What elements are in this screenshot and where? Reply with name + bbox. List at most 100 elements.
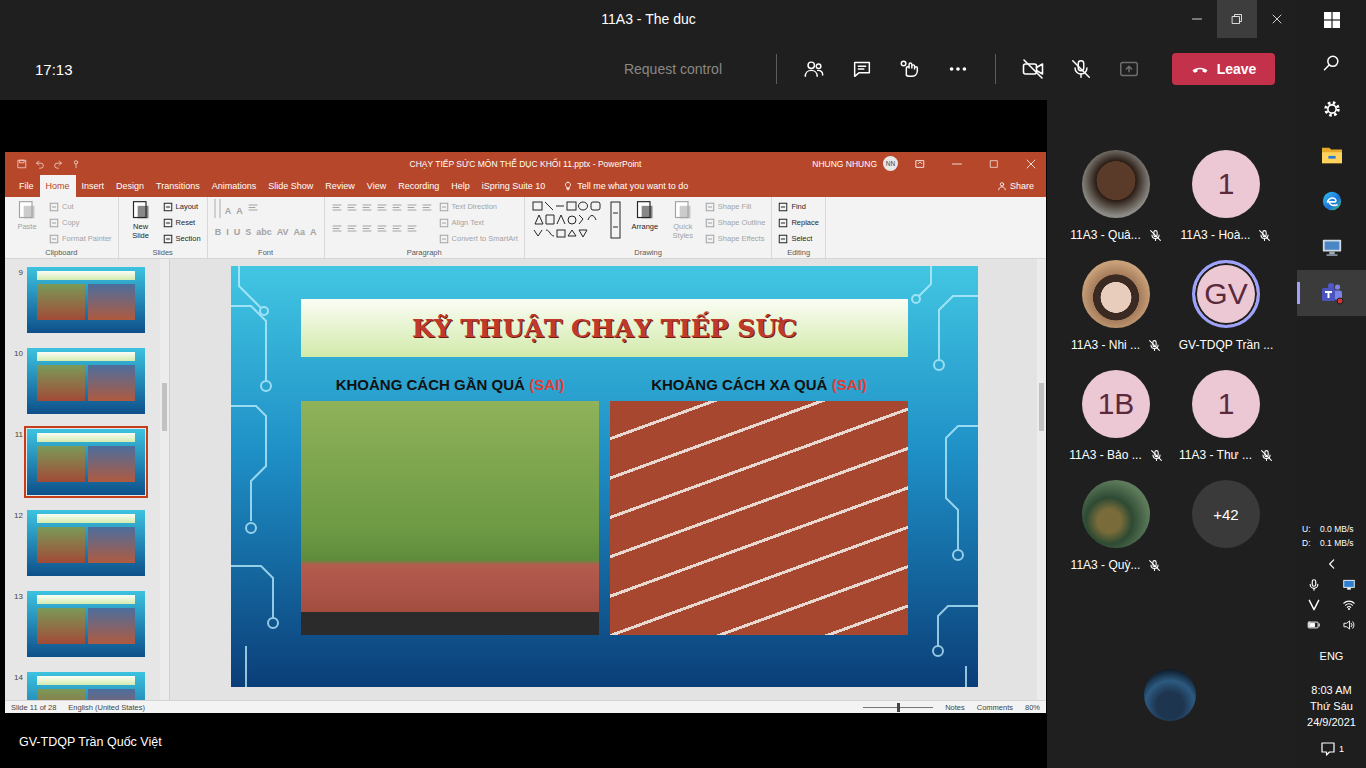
participant-tile[interactable]: 111A3 - Thư ... [1171, 368, 1281, 478]
ribbon-button[interactable]: Paste [11, 200, 43, 231]
touch-mode-icon[interactable] [71, 159, 81, 169]
format-button[interactable]: A [309, 227, 318, 237]
reactions-button[interactable] [886, 49, 934, 89]
mic-icon[interactable] [1307, 578, 1321, 592]
font-size-field[interactable] [219, 199, 221, 218]
share-button[interactable] [1105, 49, 1153, 89]
volume-icon[interactable] [1342, 618, 1356, 632]
taskbar-app[interactable] [1297, 0, 1366, 40]
slide-thumbnail-image[interactable] [27, 267, 145, 333]
request-control-button[interactable]: Request control [624, 61, 722, 77]
close-button[interactable] [1015, 152, 1046, 175]
paragraph-format-icon[interactable] [346, 223, 358, 235]
ribbon-tab[interactable]: Design [110, 175, 150, 197]
slide-thumbnail[interactable]: 9 [5, 267, 160, 333]
ribbon-options-button[interactable] [904, 152, 935, 175]
ribbon-button[interactable]: Select [778, 232, 812, 245]
wifi-icon[interactable] [1342, 598, 1356, 612]
chat-button[interactable] [838, 49, 886, 89]
camera-button[interactable] [1009, 49, 1057, 89]
participant-tile[interactable]: 11A3 - Quâ... [1061, 148, 1171, 258]
notes-button[interactable]: Notes [945, 703, 965, 712]
ribbon-button[interactable]: Quick Styles [667, 200, 699, 240]
ribbon-tab[interactable]: Transitions [150, 175, 206, 197]
paragraph-format-icon[interactable] [376, 223, 388, 235]
participant-tile[interactable]: GVGV-TDQP Trần ... [1171, 258, 1281, 368]
language[interactable]: English (United States) [68, 703, 145, 712]
paragraph-format-icon[interactable] [391, 202, 403, 214]
slide-thumbnail[interactable]: 13 [5, 591, 160, 657]
taskbar-app[interactable] [1297, 270, 1366, 316]
ribbon-button[interactable]: New Slide [125, 200, 157, 240]
clock[interactable]: 8:03 AMThứ Sáu24/9/2021 [1297, 684, 1366, 728]
format-button[interactable]: AV [276, 227, 290, 237]
ribbon-tab[interactable]: Recording [392, 175, 445, 197]
paragraph-format-icon[interactable] [331, 223, 343, 235]
slide-thumbnail-image[interactable] [27, 510, 145, 576]
paragraph-format-icon[interactable] [361, 202, 373, 214]
participant-tile[interactable]: 1B11A3 - Bảo ... [1061, 368, 1171, 478]
slide-thumbnail[interactable]: 12 [5, 510, 160, 576]
paragraph-format-icon[interactable] [331, 202, 343, 214]
format-button[interactable]: Aa [293, 227, 307, 237]
format-button[interactable]: S [244, 227, 252, 237]
taskbar-app[interactable] [1297, 132, 1366, 178]
zoom-thumb[interactable] [897, 703, 900, 712]
slide-thumbnail-image[interactable] [27, 591, 145, 657]
restore-button[interactable] [1217, 0, 1257, 38]
ribbon-button[interactable]: Align Text [439, 216, 484, 229]
zoom-slider[interactable] [863, 707, 933, 708]
ribbon-button[interactable]: Section [163, 232, 201, 245]
ribbon-button[interactable]: Copy [49, 216, 80, 229]
share-button[interactable]: Share [997, 175, 1046, 197]
minimize-button[interactable] [1177, 0, 1217, 38]
participant-tile[interactable]: 11A3 - Quỳ... [1061, 478, 1171, 588]
ribbon-tab[interactable]: View [361, 175, 392, 197]
paragraph-format-icon[interactable] [406, 202, 418, 214]
format-button[interactable]: U [233, 227, 242, 237]
paragraph-format-icon[interactable] [391, 223, 403, 235]
ribbon-tab[interactable]: Insert [76, 175, 111, 197]
slide-thumbnail[interactable]: 11 [5, 429, 160, 495]
user-avatar[interactable]: NN [883, 156, 898, 171]
participant-tile[interactable]: 11A3 - Nhi ... [1061, 258, 1171, 368]
shapes-gallery-icon[interactable] [531, 200, 623, 240]
ribbon-button[interactable]: Shape Outline [705, 216, 766, 229]
ribbon-button[interactable]: Format Painter [49, 232, 112, 245]
ribbon-button[interactable]: Convert to SmartArt [439, 232, 518, 245]
comments-button[interactable]: Comments [977, 703, 1013, 712]
ribbon-tab[interactable]: iSpring Suite 10 [476, 175, 552, 197]
display-icon[interactable] [1342, 578, 1356, 592]
format-button[interactable]: abc [255, 227, 273, 237]
format-button[interactable]: I [225, 227, 230, 237]
ribbon-button[interactable]: Reset [163, 216, 196, 229]
ribbon-tab[interactable]: Help [445, 175, 476, 197]
ribbon-tab[interactable]: Home [40, 175, 76, 197]
ribbon-button[interactable]: Cut [49, 200, 74, 213]
slide-thumbnail[interactable]: 14 [5, 672, 160, 700]
maximize-button[interactable] [978, 152, 1009, 175]
ribbon-tab[interactable]: File [13, 175, 40, 197]
taskbar-app[interactable] [1297, 178, 1366, 224]
paragraph-format-icon[interactable] [346, 202, 358, 214]
taskbar-app[interactable] [1297, 224, 1366, 270]
vpn-icon[interactable] [1307, 598, 1321, 612]
ribbon-button[interactable]: Layout [163, 200, 199, 213]
scrollbar[interactable] [1037, 259, 1046, 700]
ribbon-button[interactable]: Text Direction [439, 200, 497, 213]
minimize-button[interactable] [941, 152, 972, 175]
zoom-level[interactable]: 80% [1025, 703, 1040, 712]
format-button[interactable]: B [214, 227, 223, 237]
show-hidden-icons[interactable] [1297, 556, 1366, 572]
paragraph-format-icon[interactable] [406, 223, 418, 235]
paragraph-format-icon[interactable] [376, 202, 388, 214]
redo-icon[interactable] [53, 159, 63, 169]
slide-thumbnail-image[interactable] [27, 429, 145, 495]
taskbar-app[interactable] [1297, 40, 1366, 86]
mic-button[interactable] [1057, 49, 1105, 89]
paragraph-format-icon[interactable] [421, 202, 433, 214]
paragraph-format-icon[interactable] [247, 202, 259, 214]
ribbon-button[interactable]: Find [778, 200, 806, 213]
more-button[interactable] [934, 49, 982, 89]
scrollbar[interactable] [160, 259, 169, 700]
